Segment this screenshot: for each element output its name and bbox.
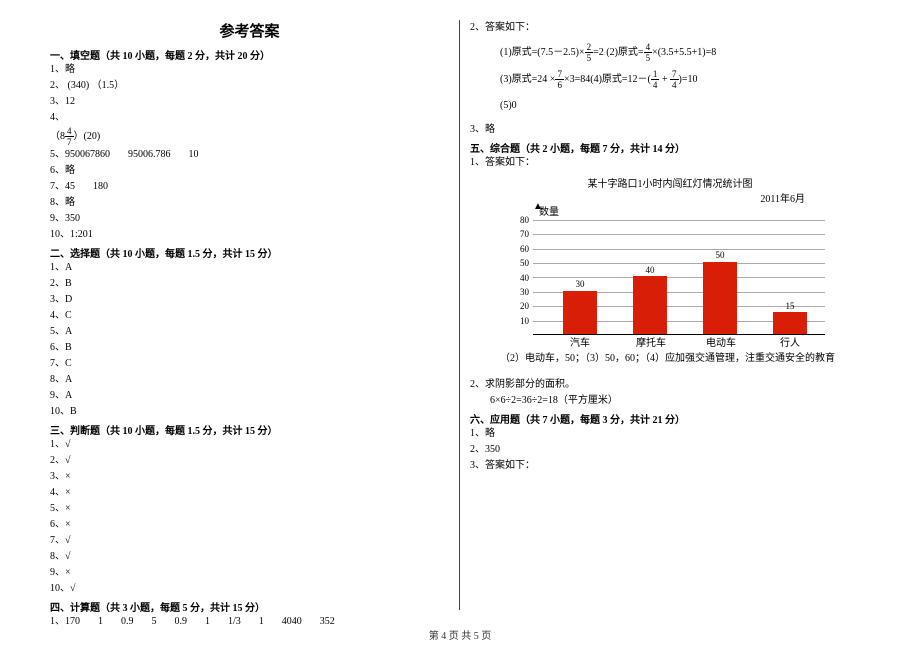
right-column: 2、答案如下： (1)原式=(7.5－2.5)×25=2 (2)原式=45×(3… xyxy=(460,20,880,610)
bar xyxy=(703,262,737,334)
s3-item: 3、× xyxy=(50,469,449,485)
r5-2a: 2、求阴影部分的面积。 xyxy=(470,377,870,393)
text: ）(20) xyxy=(74,131,101,142)
calc-row-1: (1)原式=(7.5－2.5)×25=2 (2)原式=45×(3.5+5.5+1… xyxy=(500,42,870,63)
s2-item: 1、A xyxy=(50,260,449,276)
r5-2b: 6×6÷2=36÷2=18（平方厘米） xyxy=(490,393,870,409)
s2-item: 3、D xyxy=(50,292,449,308)
bar xyxy=(563,291,597,334)
s1-item: 7、45180 xyxy=(50,179,449,195)
s1-item: 10、1:201 xyxy=(50,227,449,243)
s2-item: 8、A xyxy=(50,372,449,388)
s3-item: 7、√ xyxy=(50,533,449,549)
s2-item: 7、C xyxy=(50,356,449,372)
chart-ylabel: 数量 xyxy=(539,203,559,218)
calc-row-2: (3)原式=24 ×76×3=84(4)原式=12－(14 + 74)=10 xyxy=(500,69,870,90)
s2-item: 5、A xyxy=(50,324,449,340)
s1-item: 6、略 xyxy=(50,163,449,179)
chart-note: （2）电动车，50；（3）50，60；（4）应加强交通管理，注重交通安全的教育 xyxy=(500,351,870,367)
page: 参考答案 一、填空题（共 10 小题，每题 2 分，共计 20 分） 1、略 2… xyxy=(0,0,920,610)
s1-item: 5、95006786095006.78610 xyxy=(50,147,449,163)
s1-item: 1、略 xyxy=(50,62,449,78)
s3-item: 10、√ xyxy=(50,581,449,597)
chart-area: ▲ 数量 80 70 60 50 40 30 20 10 30 汽车 40 摩托… xyxy=(505,207,835,347)
r2-label: 2、答案如下： xyxy=(470,20,870,36)
r3: 3、略 xyxy=(470,122,870,138)
page-title: 参考答案 xyxy=(50,20,449,41)
section-6-heading: 六、应用题（共 7 小题，每题 3 分，共计 21 分） xyxy=(470,411,870,426)
s3-item: 8、√ xyxy=(50,549,449,565)
s3-item: 2、√ xyxy=(50,453,449,469)
s1-item-4-expr: （847）(20) xyxy=(50,126,449,147)
s1-item: 2、 (340) （1.5） xyxy=(50,78,449,94)
fraction: 25 xyxy=(585,42,594,63)
s1-item: 9、350 xyxy=(50,211,449,227)
fraction: 76 xyxy=(555,69,564,90)
fraction: 74 xyxy=(670,69,679,90)
page-footer: 第 4 页 共 5 页 xyxy=(0,627,920,642)
s2-item: 2、B xyxy=(50,276,449,292)
s3-item: 1、√ xyxy=(50,437,449,453)
r5-1: 1、答案如下： xyxy=(470,155,870,171)
s6-item: 1、略 xyxy=(470,426,870,442)
text: （8 xyxy=(50,131,65,142)
section-4-heading: 四、计算题（共 3 小题，每题 5 分，共计 15 分） xyxy=(50,599,449,614)
s1-item: 8、略 xyxy=(50,195,449,211)
section-2-heading: 二、选择题（共 10 小题，每题 1.5 分，共计 15 分） xyxy=(50,245,449,260)
s3-item: 6、× xyxy=(50,517,449,533)
s3-item: 5、× xyxy=(50,501,449,517)
s2-item: 10、B xyxy=(50,404,449,420)
section-1-heading: 一、填空题（共 10 小题，每题 2 分，共计 20 分） xyxy=(50,47,449,62)
bar xyxy=(773,312,807,334)
section-5-heading: 五、综合题（共 2 小题，每题 7 分，共计 14 分） xyxy=(470,140,870,155)
calc-row-3: (5)0 xyxy=(500,96,870,116)
bar xyxy=(633,276,667,334)
chart-title: 某十字路口1小时内闯红灯情况统计图 xyxy=(505,175,835,190)
fraction: 45 xyxy=(644,42,653,63)
s2-item: 6、B xyxy=(50,340,449,356)
s3-item: 4、× xyxy=(50,485,449,501)
s6-item: 2、350 xyxy=(470,442,870,458)
s3-item: 9、× xyxy=(50,565,449,581)
fraction: 47 xyxy=(65,126,74,147)
s6-item: 3、答案如下： xyxy=(470,458,870,474)
s2-item: 4、C xyxy=(50,308,449,324)
s1-item: 3、12 xyxy=(50,94,449,110)
bar-chart: 某十字路口1小时内闯红灯情况统计图 2011年6月 ▲ 数量 80 70 60 … xyxy=(505,175,835,347)
s1-item: 4、 xyxy=(50,110,449,126)
section-3-heading: 三、判断题（共 10 小题，每题 1.5 分，共计 15 分） xyxy=(50,422,449,437)
s2-item: 9、A xyxy=(50,388,449,404)
left-column: 参考答案 一、填空题（共 10 小题，每题 2 分，共计 20 分） 1、略 2… xyxy=(40,20,460,610)
